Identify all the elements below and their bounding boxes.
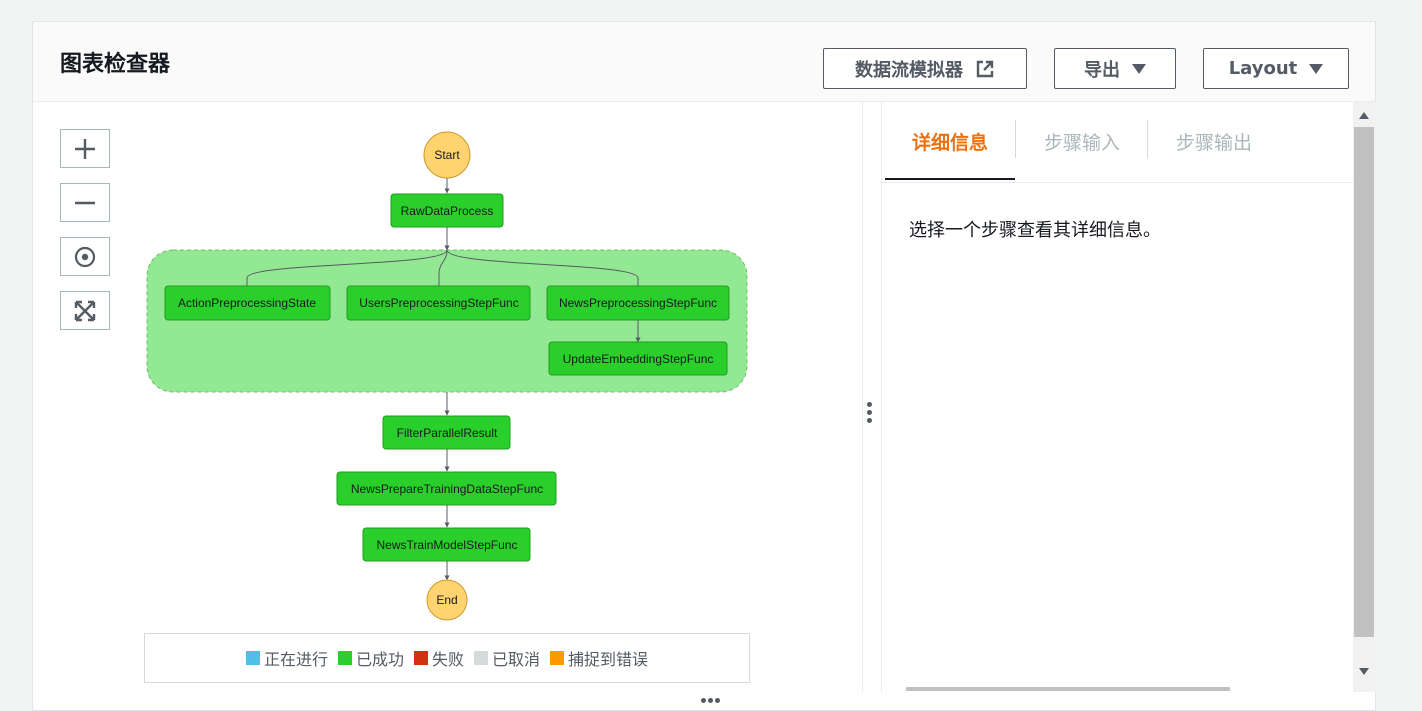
state-action-preprocessing[interactable]: ActionPreprocessingState [164,285,331,321]
state-machine-graph: Start RawDataProcess ActionPreprocessing… [146,131,748,621]
active-tab-indicator [885,178,1015,180]
status-legend: 正在进行 已成功 失败 已取消 捕捉到错误 [144,633,750,683]
tab-step-input[interactable]: 步骤输入 [1044,128,1120,155]
graph-inspector-panel: 图表检查器 数据流模拟器 导出 Layout Start RawDataProc… [32,21,1376,711]
legend-swatch [413,651,428,665]
simulator-button-label: 数据流模拟器 [855,59,963,81]
scroll-up-icon[interactable] [1359,112,1369,119]
tab-separator [1147,120,1148,158]
state-users-preprocessing[interactable]: UsersPreprocessingStepFunc [346,285,531,321]
start-node[interactable]: Start [423,131,471,179]
end-label: End [436,593,457,607]
state-label: NewsPreprocessingStepFunc [559,296,717,310]
legend-label: 失败 [431,650,464,669]
legend-label: 正在进行 [263,650,328,669]
legend-swatch [550,651,565,665]
details-panel: 详细信息 步骤输入 步骤输出 选择一个步骤查看其详细信息。 [881,102,1354,692]
state-news-preprocessing[interactable]: NewsPreprocessingStepFunc [546,285,730,321]
legend-swatch [245,651,260,665]
grip-dot [867,418,872,423]
scrollbar-thumb[interactable] [1354,127,1374,637]
state-label: RawDataProcess [401,204,494,218]
caret-down-icon [1132,63,1146,74]
export-button[interactable]: 导出 [1054,48,1176,89]
legend-swatch [474,651,488,665]
export-button-label: 导出 [1084,59,1120,81]
legend-label: 已取消 [492,650,541,669]
grip-dot [867,402,872,407]
horizontal-scrollbar-thumb[interactable] [906,687,1230,691]
layout-button[interactable]: Layout [1203,48,1349,89]
end-node[interactable]: End [426,579,468,621]
start-label: Start [434,148,460,162]
legend-item: 正在进行 [245,646,328,670]
state-update-embedding[interactable]: UpdateEmbeddingStepFunc [548,341,728,376]
layout-button-label: Layout [1228,58,1298,79]
legend-label: 捕捉到错误 [568,650,649,669]
state-label: ActionPreprocessingState [178,296,316,310]
tab-details[interactable]: 详细信息 [912,128,988,155]
state-label: FilterParallelResult [397,426,498,440]
tab-separator [1015,120,1016,158]
panel-header: 图表检查器 数据流模拟器 导出 Layout [33,22,1375,102]
state-filter-parallel-result[interactable]: FilterParallelResult [382,415,511,450]
scroll-down-icon[interactable] [1359,668,1369,675]
vertical-resize-handle[interactable] [867,402,872,423]
tab-step-output[interactable]: 步骤输出 [1176,128,1252,155]
page-title: 图表检查器 [60,52,171,77]
pane-divider [862,102,863,692]
state-label: UsersPreprocessingStepFunc [359,296,518,310]
legend-item: 捕捉到错误 [550,646,648,670]
state-label: NewsTrainModelStepFunc [377,538,518,552]
external-link-icon [976,60,994,77]
legend-label: 已成功 [355,650,404,669]
state-label: NewsPrepareTrainingDataStepFunc [351,482,543,496]
legend-item: 已取消 [474,646,540,670]
details-tabs: 详细信息 步骤输入 步骤输出 [882,102,1354,183]
caret-down-icon [1309,63,1324,74]
data-flow-simulator-button[interactable]: 数据流模拟器 [823,48,1027,89]
details-empty-message: 选择一个步骤查看其详细信息。 [909,220,1161,241]
state-raw-data-process[interactable]: RawDataProcess [390,193,504,228]
state-news-prepare-training-data[interactable]: NewsPrepareTrainingDataStepFunc [336,471,557,506]
legend-item: 已成功 [337,646,404,670]
state-news-train-model[interactable]: NewsTrainModelStepFunc [362,527,531,562]
graph-canvas[interactable]: Start RawDataProcess ActionPreprocessing… [33,102,862,692]
legend-swatch [337,651,352,665]
grip-dot [867,410,872,415]
legend-item: 失败 [413,646,464,670]
state-label: UpdateEmbeddingStepFunc [563,352,714,366]
